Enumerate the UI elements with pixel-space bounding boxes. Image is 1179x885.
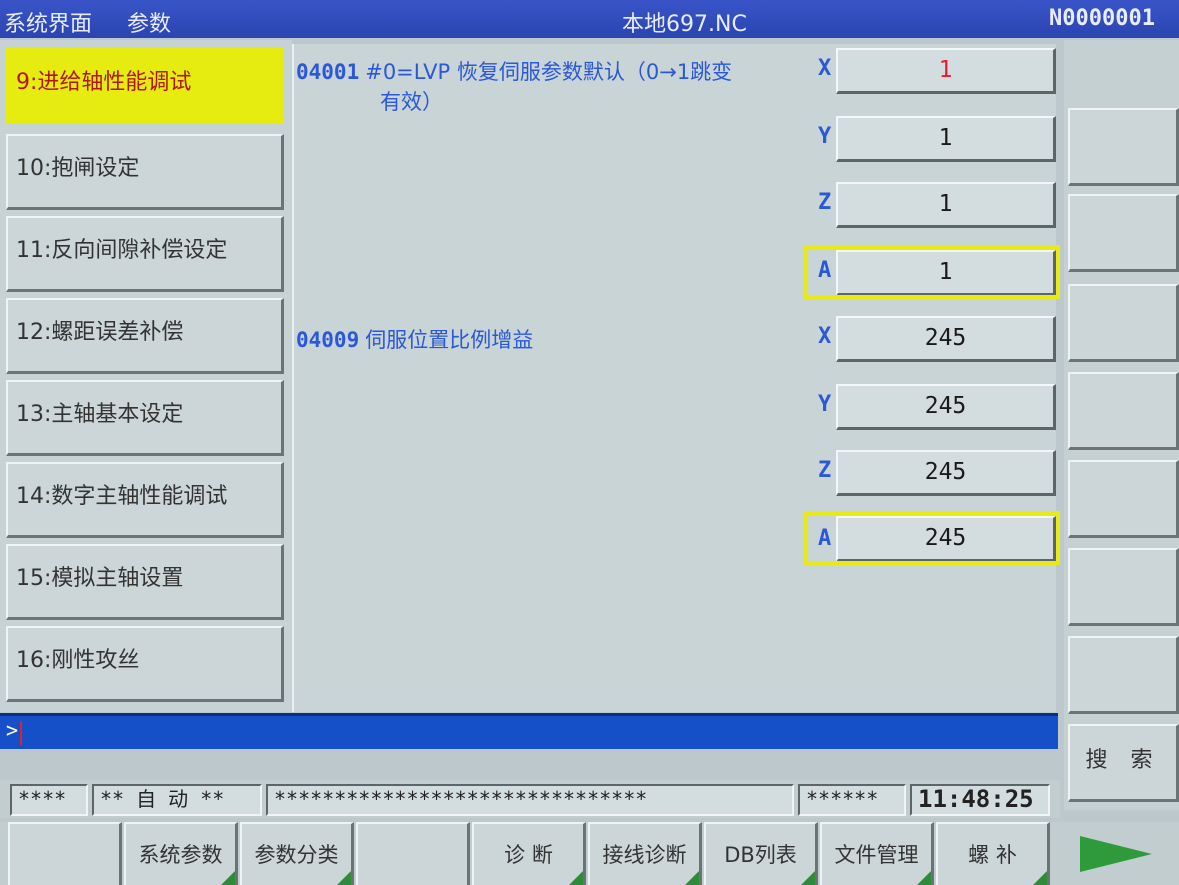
params-tab[interactable]: 参数 bbox=[127, 12, 171, 37]
right-softkey-3[interactable] bbox=[1068, 284, 1179, 362]
status-mode: ** 自 动 ** bbox=[92, 784, 262, 816]
param-04009-desc: 04009 伺服位置比例增益 bbox=[296, 324, 533, 354]
param-04009-y-value[interactable]: 245 bbox=[836, 384, 1056, 430]
param-04009-z-value[interactable]: 245 bbox=[836, 450, 1056, 496]
highlight-box bbox=[804, 245, 1060, 299]
menu-item-analog-spindle[interactable]: 15:模拟主轴设置 bbox=[6, 544, 284, 620]
search-button[interactable]: 搜 索 bbox=[1068, 724, 1179, 802]
param-desc-line1: #0=LVP 恢复伺服参数默认（0→1跳变 bbox=[365, 60, 733, 84]
command-input-bar[interactable]: > bbox=[0, 713, 1058, 749]
status-field-1: **** bbox=[10, 784, 88, 816]
menu-item-brake-setting[interactable]: 10:抱闸设定 bbox=[6, 134, 284, 210]
submenu-corner-icon bbox=[337, 871, 351, 885]
param-category-menu: 9:进给轴性能调试 10:抱闸设定 11:反向间隙补偿设定 12:螺距误差补偿 … bbox=[0, 40, 292, 712]
submenu-corner-icon bbox=[1033, 871, 1047, 885]
next-page-arrow-icon[interactable] bbox=[1080, 836, 1152, 872]
submenu-corner-icon bbox=[569, 871, 583, 885]
param-desc-line2: 有效） bbox=[380, 90, 443, 114]
param-04001-y-value[interactable]: 1 bbox=[836, 116, 1056, 162]
fkey-system-params[interactable]: 系统参数 bbox=[124, 822, 238, 885]
highlight-box bbox=[804, 511, 1060, 565]
fkey-db-list[interactable]: DB列表 bbox=[704, 822, 818, 885]
status-time: 11:48:25 bbox=[910, 784, 1050, 816]
right-softkey-6[interactable] bbox=[1068, 548, 1179, 626]
fkey-file-management[interactable]: 文件管理 bbox=[820, 822, 934, 885]
right-softkey-7[interactable] bbox=[1068, 636, 1179, 714]
param-desc-line1: 伺服位置比例增益 bbox=[365, 328, 534, 352]
menu-item-feed-axis-tuning[interactable]: 9:进给轴性能调试 bbox=[6, 48, 284, 124]
fkey-label: 螺 补 bbox=[968, 843, 1017, 867]
right-softkey-2[interactable] bbox=[1068, 194, 1179, 272]
status-bar: **** ** 自 动 ** *************************… bbox=[0, 780, 1060, 818]
fkey-label: 文件管理 bbox=[834, 843, 919, 867]
command-prompt: > bbox=[6, 718, 19, 742]
fkey-label: 参数分类 bbox=[254, 843, 339, 867]
right-softkey-5[interactable] bbox=[1068, 460, 1179, 538]
menu-item-pitch-error-compensation[interactable]: 12:螺距误差补偿 bbox=[6, 298, 284, 374]
program-name: 本地697.NC bbox=[622, 12, 747, 37]
text-cursor bbox=[20, 721, 22, 745]
function-key-bar: 系统参数 参数分类 诊 断 接线诊断 DB列表 文件管理 螺 补 bbox=[0, 822, 1179, 885]
param-04001-z-value[interactable]: 1 bbox=[836, 182, 1056, 228]
right-softkey-column: 搜 索 bbox=[1064, 40, 1179, 810]
menu-item-backlash-compensation[interactable]: 11:反向间隙补偿设定 bbox=[6, 216, 284, 292]
title-menu: 系统界面 参数 bbox=[4, 6, 199, 38]
submenu-corner-icon bbox=[917, 871, 931, 885]
title-bar: 系统界面 参数 本地697.NC N0000001 bbox=[0, 0, 1179, 38]
fkey-param-category[interactable]: 参数分类 bbox=[240, 822, 354, 885]
fkey-pitch-compensation[interactable]: 螺 补 bbox=[936, 822, 1050, 885]
menu-item-spindle-basic[interactable]: 13:主轴基本设定 bbox=[6, 380, 284, 456]
submenu-corner-icon bbox=[685, 871, 699, 885]
param-04001-desc: 04001 #0=LVP 恢复伺服参数默认（0→1跳变 有效） bbox=[296, 56, 732, 116]
block-number: N0000001 bbox=[1049, 6, 1155, 31]
param-code: 04001 bbox=[296, 60, 360, 84]
param-code: 04009 bbox=[296, 328, 360, 352]
menu-item-rigid-tapping[interactable]: 16:刚性攻丝 bbox=[6, 626, 284, 702]
menu-item-digital-spindle-tuning[interactable]: 14:数字主轴性能调试 bbox=[6, 462, 284, 538]
right-softkey-4[interactable] bbox=[1068, 372, 1179, 450]
status-message: ******************************* bbox=[266, 784, 794, 816]
fkey-wiring-diagnosis[interactable]: 接线诊断 bbox=[588, 822, 702, 885]
fkey-label: DB列表 bbox=[724, 843, 797, 867]
submenu-corner-icon bbox=[801, 871, 815, 885]
param-04009-x-value[interactable]: 245 bbox=[836, 316, 1056, 362]
status-field-4: ****** bbox=[798, 784, 906, 816]
param-04001-x-value[interactable]: 1 bbox=[836, 48, 1056, 94]
fkey-blank-1[interactable] bbox=[8, 822, 122, 885]
system-interface-tab[interactable]: 系统界面 bbox=[4, 12, 92, 37]
submenu-corner-icon bbox=[221, 871, 235, 885]
fkey-label: 接线诊断 bbox=[602, 843, 687, 867]
fkey-label: 系统参数 bbox=[138, 843, 223, 867]
right-softkey-1[interactable] bbox=[1068, 108, 1179, 186]
fkey-label: 诊 断 bbox=[504, 843, 553, 867]
fkey-diagnosis[interactable]: 诊 断 bbox=[472, 822, 586, 885]
fkey-blank-2[interactable] bbox=[356, 822, 470, 885]
